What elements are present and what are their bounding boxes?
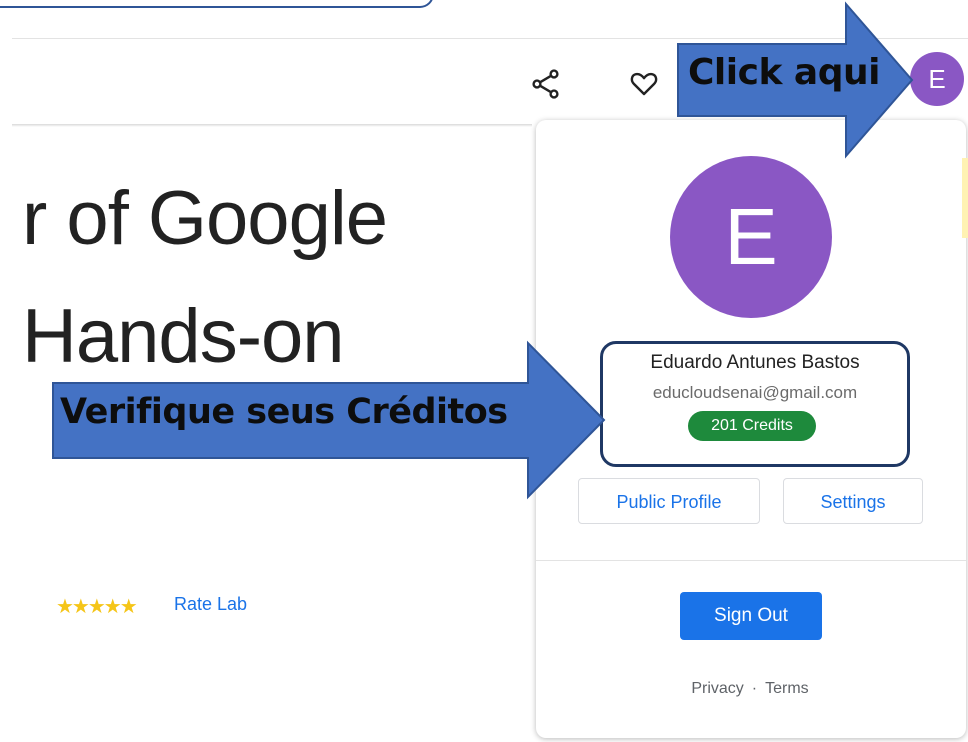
click-here-label: Click aqui bbox=[688, 52, 880, 93]
check-credits-label: Verifique seus Créditos bbox=[60, 392, 508, 432]
annotation-arrows bbox=[52, 1, 914, 500]
